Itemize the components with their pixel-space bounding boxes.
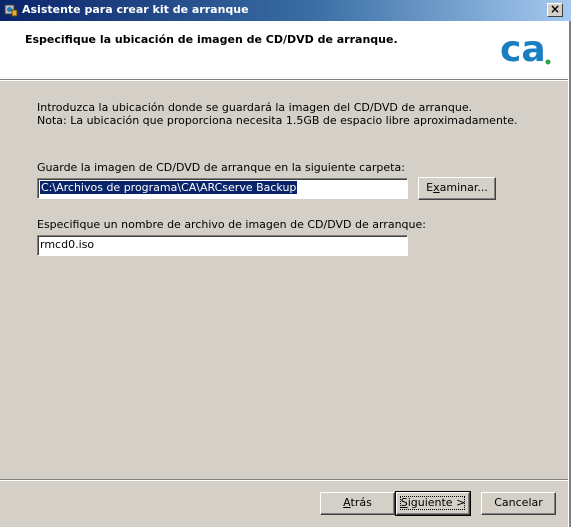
- filename-value: rmcd0.iso: [40, 238, 95, 251]
- back-label-rest: trás: [350, 496, 372, 509]
- header-separator: [0, 79, 571, 81]
- next-button[interactable]: Siguiente >: [395, 491, 471, 516]
- filename-input[interactable]: rmcd0.iso: [37, 235, 408, 256]
- browse-button[interactable]: Examinar...: [418, 177, 496, 200]
- folder-label: Guarde la imagen de CD/DVD de arranque e…: [37, 161, 405, 174]
- cancel-button[interactable]: Cancelar: [481, 492, 556, 515]
- intro-line-1: Introduzca la ubicación donde se guardar…: [37, 101, 473, 114]
- close-button[interactable]: ×: [547, 3, 563, 17]
- page-title: Especifique la ubicación de imagen de CD…: [25, 33, 398, 46]
- window-title: Asistente para crear kit de arranque: [22, 3, 249, 16]
- app-icon: [4, 4, 18, 17]
- close-icon: ×: [549, 2, 561, 16]
- filename-label: Especifique un nombre de archivo de imag…: [37, 218, 426, 231]
- logo-dot: [545, 59, 551, 65]
- back-button[interactable]: Atrás: [320, 492, 395, 515]
- intro-text: Introduzca la ubicación donde se guardar…: [37, 101, 518, 127]
- title-bar[interactable]: Asistente para crear kit de arranque ×: [0, 0, 571, 21]
- logo-text: ca: [500, 30, 546, 68]
- folder-path-input[interactable]: C:\Archivos de programa\CA\ARCserve Back…: [37, 178, 408, 199]
- back-label-mnemonic: A: [343, 496, 351, 509]
- footer-separator: [0, 479, 568, 481]
- focus-rect: [400, 496, 465, 510]
- folder-path-value: C:\Archivos de programa\CA\ARCserve Back…: [40, 181, 298, 194]
- browse-label-post: aminar...: [439, 181, 488, 194]
- cancel-label: Cancelar: [494, 496, 543, 509]
- wizard-header: Especifique la ubicación de imagen de CD…: [0, 21, 571, 79]
- intro-line-2: Nota: La ubicación que proporciona neces…: [37, 114, 518, 127]
- ca-logo: ca: [500, 30, 551, 68]
